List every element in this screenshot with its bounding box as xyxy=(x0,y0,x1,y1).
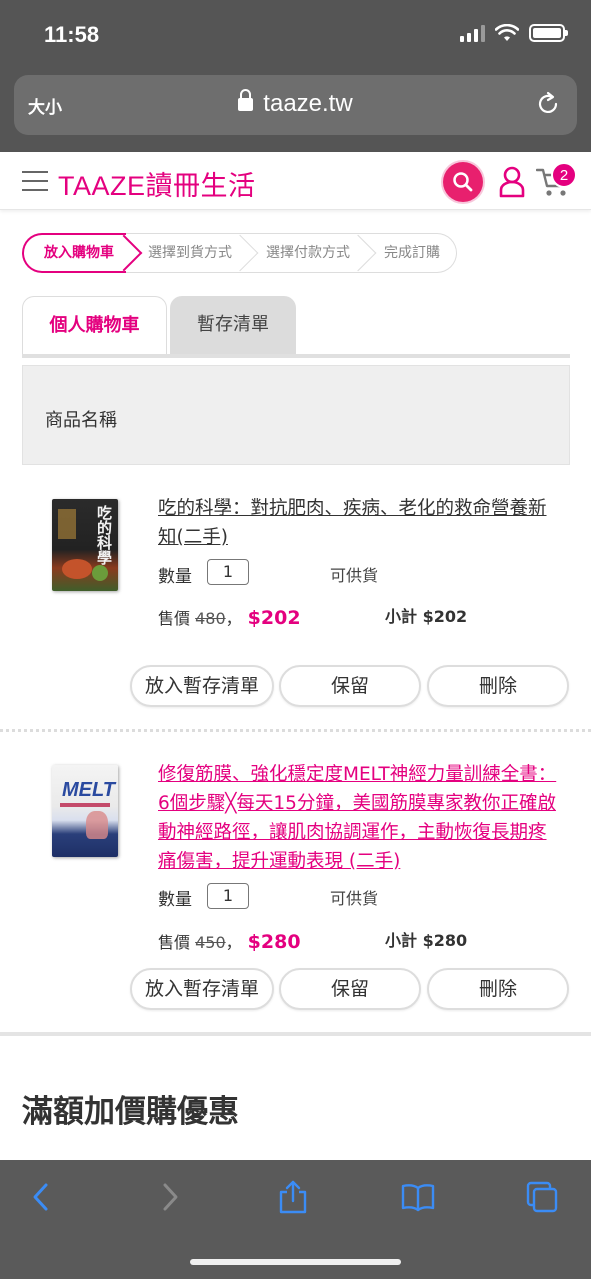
search-icon xyxy=(453,172,473,192)
share-icon[interactable] xyxy=(276,1180,310,1214)
bookmarks-icon[interactable] xyxy=(401,1180,435,1214)
sale-price: $280 xyxy=(247,931,301,953)
forward-icon[interactable] xyxy=(152,1180,186,1214)
url-text: taaze.tw xyxy=(263,90,353,117)
reload-icon[interactable] xyxy=(535,91,561,117)
price: 售價 450， $280 xyxy=(158,931,301,953)
search-button[interactable] xyxy=(443,162,483,202)
original-price: 480 xyxy=(195,609,226,628)
item-title-link[interactable]: 吃的科學：對抗肥肉、疾病、老化的救命營養新知(二手) xyxy=(158,494,563,552)
quantity-input[interactable]: 1 xyxy=(207,559,249,585)
sale-price: $202 xyxy=(247,607,301,629)
site-header: TAAZE讀冊生活 xyxy=(0,152,591,210)
step-payment: 選擇付款方式 xyxy=(244,233,377,273)
menu-icon[interactable] xyxy=(22,171,48,191)
status-time: 11:58 xyxy=(44,22,100,47)
stock-status: 可供貨 xyxy=(330,889,379,908)
qty-label: 數量 xyxy=(158,567,192,587)
section-divider xyxy=(0,1032,591,1036)
address-bar[interactable]: 大小 taaze.tw xyxy=(14,75,577,135)
battery-icon xyxy=(529,24,568,42)
wifi-icon xyxy=(495,24,519,41)
home-indicator xyxy=(190,1259,401,1265)
step-delivery: 選擇到貨方式 xyxy=(126,233,259,273)
delete-button[interactable]: 刪除 xyxy=(427,665,569,707)
tabs-icon[interactable] xyxy=(525,1180,559,1214)
checkout-steps: 放入購物車 選擇到貨方式 選擇付款方式 完成訂購 xyxy=(22,233,457,273)
book-cover[interactable]: 吃的科學 xyxy=(52,499,118,591)
item-title-link[interactable]: 修復筋膜、強化穩定度MELT神經力量訓練全書：6個步驟╳每天15分鐘，美國筋膜專… xyxy=(158,760,563,876)
lock-icon xyxy=(238,89,254,111)
delete-button[interactable]: 刪除 xyxy=(427,968,569,1010)
book-cover[interactable]: MELT xyxy=(52,765,118,857)
save-for-later-button[interactable]: 放入暫存清單 xyxy=(130,665,274,707)
price: 售價 480， $202 xyxy=(158,607,301,629)
quantity-input[interactable]: 1 xyxy=(207,883,249,909)
item-divider xyxy=(0,729,591,732)
step-add-to-cart: 放入購物車 xyxy=(22,233,143,273)
cart-tabs: 個人購物車 暫存清單 xyxy=(22,296,570,358)
tab-saved-list[interactable]: 暫存清單 xyxy=(170,296,296,354)
qty-label: 數量 xyxy=(158,890,192,910)
keep-button[interactable]: 保留 xyxy=(279,665,421,707)
promo-section-title: 滿額加價購優惠 xyxy=(22,1094,239,1130)
original-price: 450 xyxy=(195,933,226,952)
table-header: 商品名稱 xyxy=(22,365,570,465)
tab-personal-cart[interactable]: 個人購物車 xyxy=(22,296,167,354)
url-display[interactable]: taaze.tw xyxy=(14,89,577,118)
user-icon[interactable] xyxy=(499,166,525,198)
keep-button[interactable]: 保留 xyxy=(279,968,421,1010)
browser-chrome: 11:58 大小 taaze.tw xyxy=(0,0,591,152)
back-icon[interactable] xyxy=(25,1180,59,1214)
status-icons xyxy=(460,24,568,42)
cellular-signal-icon xyxy=(460,24,485,42)
product-name-header: 商品名稱 xyxy=(45,410,117,431)
stock-status: 可供貨 xyxy=(330,566,379,585)
save-for-later-button[interactable]: 放入暫存清單 xyxy=(130,968,274,1010)
subtotal: 小計 $202 xyxy=(385,607,468,626)
site-logo[interactable]: TAAZE讀冊生活 xyxy=(58,164,256,203)
cart-count-badge[interactable]: 2 xyxy=(551,162,577,188)
subtotal: 小計 $280 xyxy=(385,931,468,950)
